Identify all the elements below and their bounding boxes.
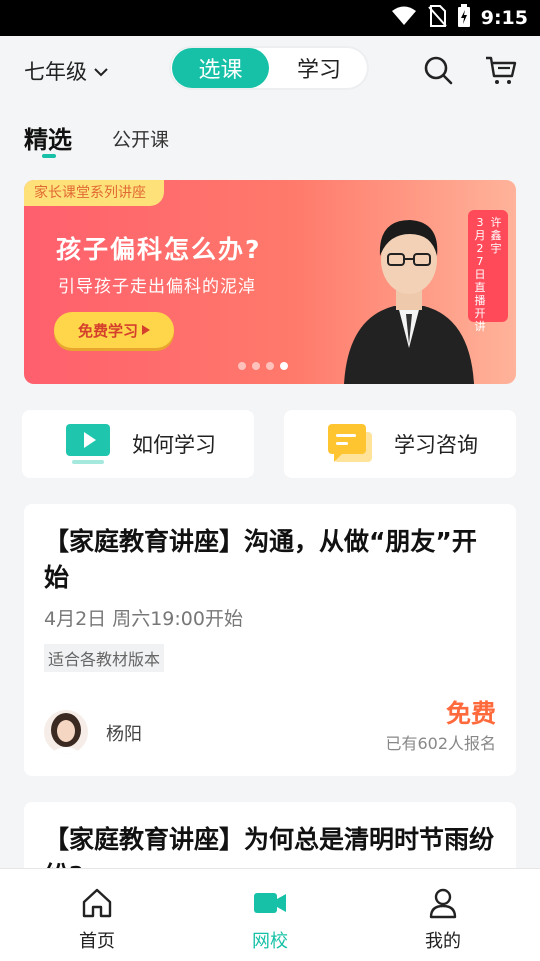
- tab-public-course[interactable]: 公开课: [112, 125, 169, 152]
- status-bar: 9:15: [0, 0, 540, 36]
- avatar: [44, 710, 88, 754]
- nav-online-school[interactable]: 网校: [210, 887, 330, 953]
- nav-home-label: 首页: [79, 931, 115, 952]
- banner-presenter-name: 许鑫宇: [490, 216, 502, 255]
- course-time: 4月2日 周六19:00开始: [44, 608, 243, 630]
- banner-date-label: 许鑫宇 3月27日直播开讲: [468, 210, 508, 333]
- banner-cta-button[interactable]: 免费学习: [54, 312, 174, 348]
- how-to-learn-button[interactable]: 如何学习: [22, 410, 254, 478]
- promo-banner[interactable]: 家长课堂系列讲座 孩子偏科怎么办? 引导孩子走出偏科的泥淖 免费学习 许鑫宇 3…: [24, 180, 516, 384]
- banner-cta-label: 免费学习: [77, 321, 138, 340]
- nav-home[interactable]: 首页: [37, 887, 157, 953]
- banner-subtitle: 引导孩子走出偏科的泥淖: [58, 277, 256, 297]
- course-price: 免费: [445, 699, 496, 728]
- learning-consult-button[interactable]: 学习咨询: [284, 410, 516, 478]
- grade-selector[interactable]: 七年级: [24, 56, 109, 86]
- how-to-learn-label: 如何学习: [132, 433, 216, 457]
- home-icon: [82, 888, 112, 918]
- nav-mine[interactable]: 我的: [383, 887, 503, 953]
- enrollment-count: 已有602人报名: [385, 734, 496, 753]
- battery-charging-icon: [457, 4, 471, 32]
- banner-title: 孩子偏科怎么办?: [56, 235, 262, 264]
- search-icon[interactable]: [422, 54, 454, 86]
- mode-segment: 学习 选课: [169, 46, 369, 90]
- video-camera-icon: [254, 893, 286, 913]
- carousel-dot[interactable]: [266, 362, 274, 370]
- clock: 9:15: [480, 7, 528, 29]
- course-card[interactable]: 【家庭教育讲座】沟通，从做“朋友”开始 4月2日 周六19:00开始 适合各教材…: [24, 504, 516, 776]
- carousel-dot[interactable]: [252, 362, 260, 370]
- learning-consult-label: 学习咨询: [394, 433, 478, 457]
- carousel-dot[interactable]: [238, 362, 246, 370]
- carousel-dot-active[interactable]: [280, 362, 288, 370]
- banner-live-date: 3月27日直播开讲: [474, 216, 486, 333]
- user-icon: [429, 888, 457, 919]
- nav-online-school-label: 网校: [252, 931, 288, 952]
- carousel-indicator: [238, 362, 288, 370]
- chevron-down-icon: [93, 59, 109, 83]
- course-tag: 适合各教材版本: [44, 644, 165, 672]
- category-tabs: 精选 公开课: [0, 112, 540, 162]
- cart-icon[interactable]: [484, 54, 517, 86]
- nav-mine-label: 我的: [425, 931, 461, 952]
- bottom-nav: 首页 网校 我的: [0, 868, 540, 961]
- grade-label: 七年级: [24, 60, 87, 84]
- banner-badge: 家长课堂系列讲座: [24, 180, 164, 206]
- no-sim-icon: [427, 5, 447, 31]
- course-title: 【家庭教育讲座】沟通，从做“朋友”开始: [44, 527, 477, 592]
- segment-select-course[interactable]: 选课: [172, 48, 269, 88]
- tab-featured[interactable]: 精选: [24, 120, 72, 155]
- tab-underline: [42, 154, 56, 158]
- video-play-icon: [66, 424, 110, 464]
- play-triangle-icon: [142, 321, 150, 339]
- top-bar: 七年级 学习 选课: [0, 36, 540, 102]
- wifi-icon: [391, 6, 417, 30]
- segment-study[interactable]: 学习: [269, 46, 369, 90]
- teacher-name: 杨阳: [106, 724, 142, 745]
- chat-bubble-icon: [328, 424, 372, 462]
